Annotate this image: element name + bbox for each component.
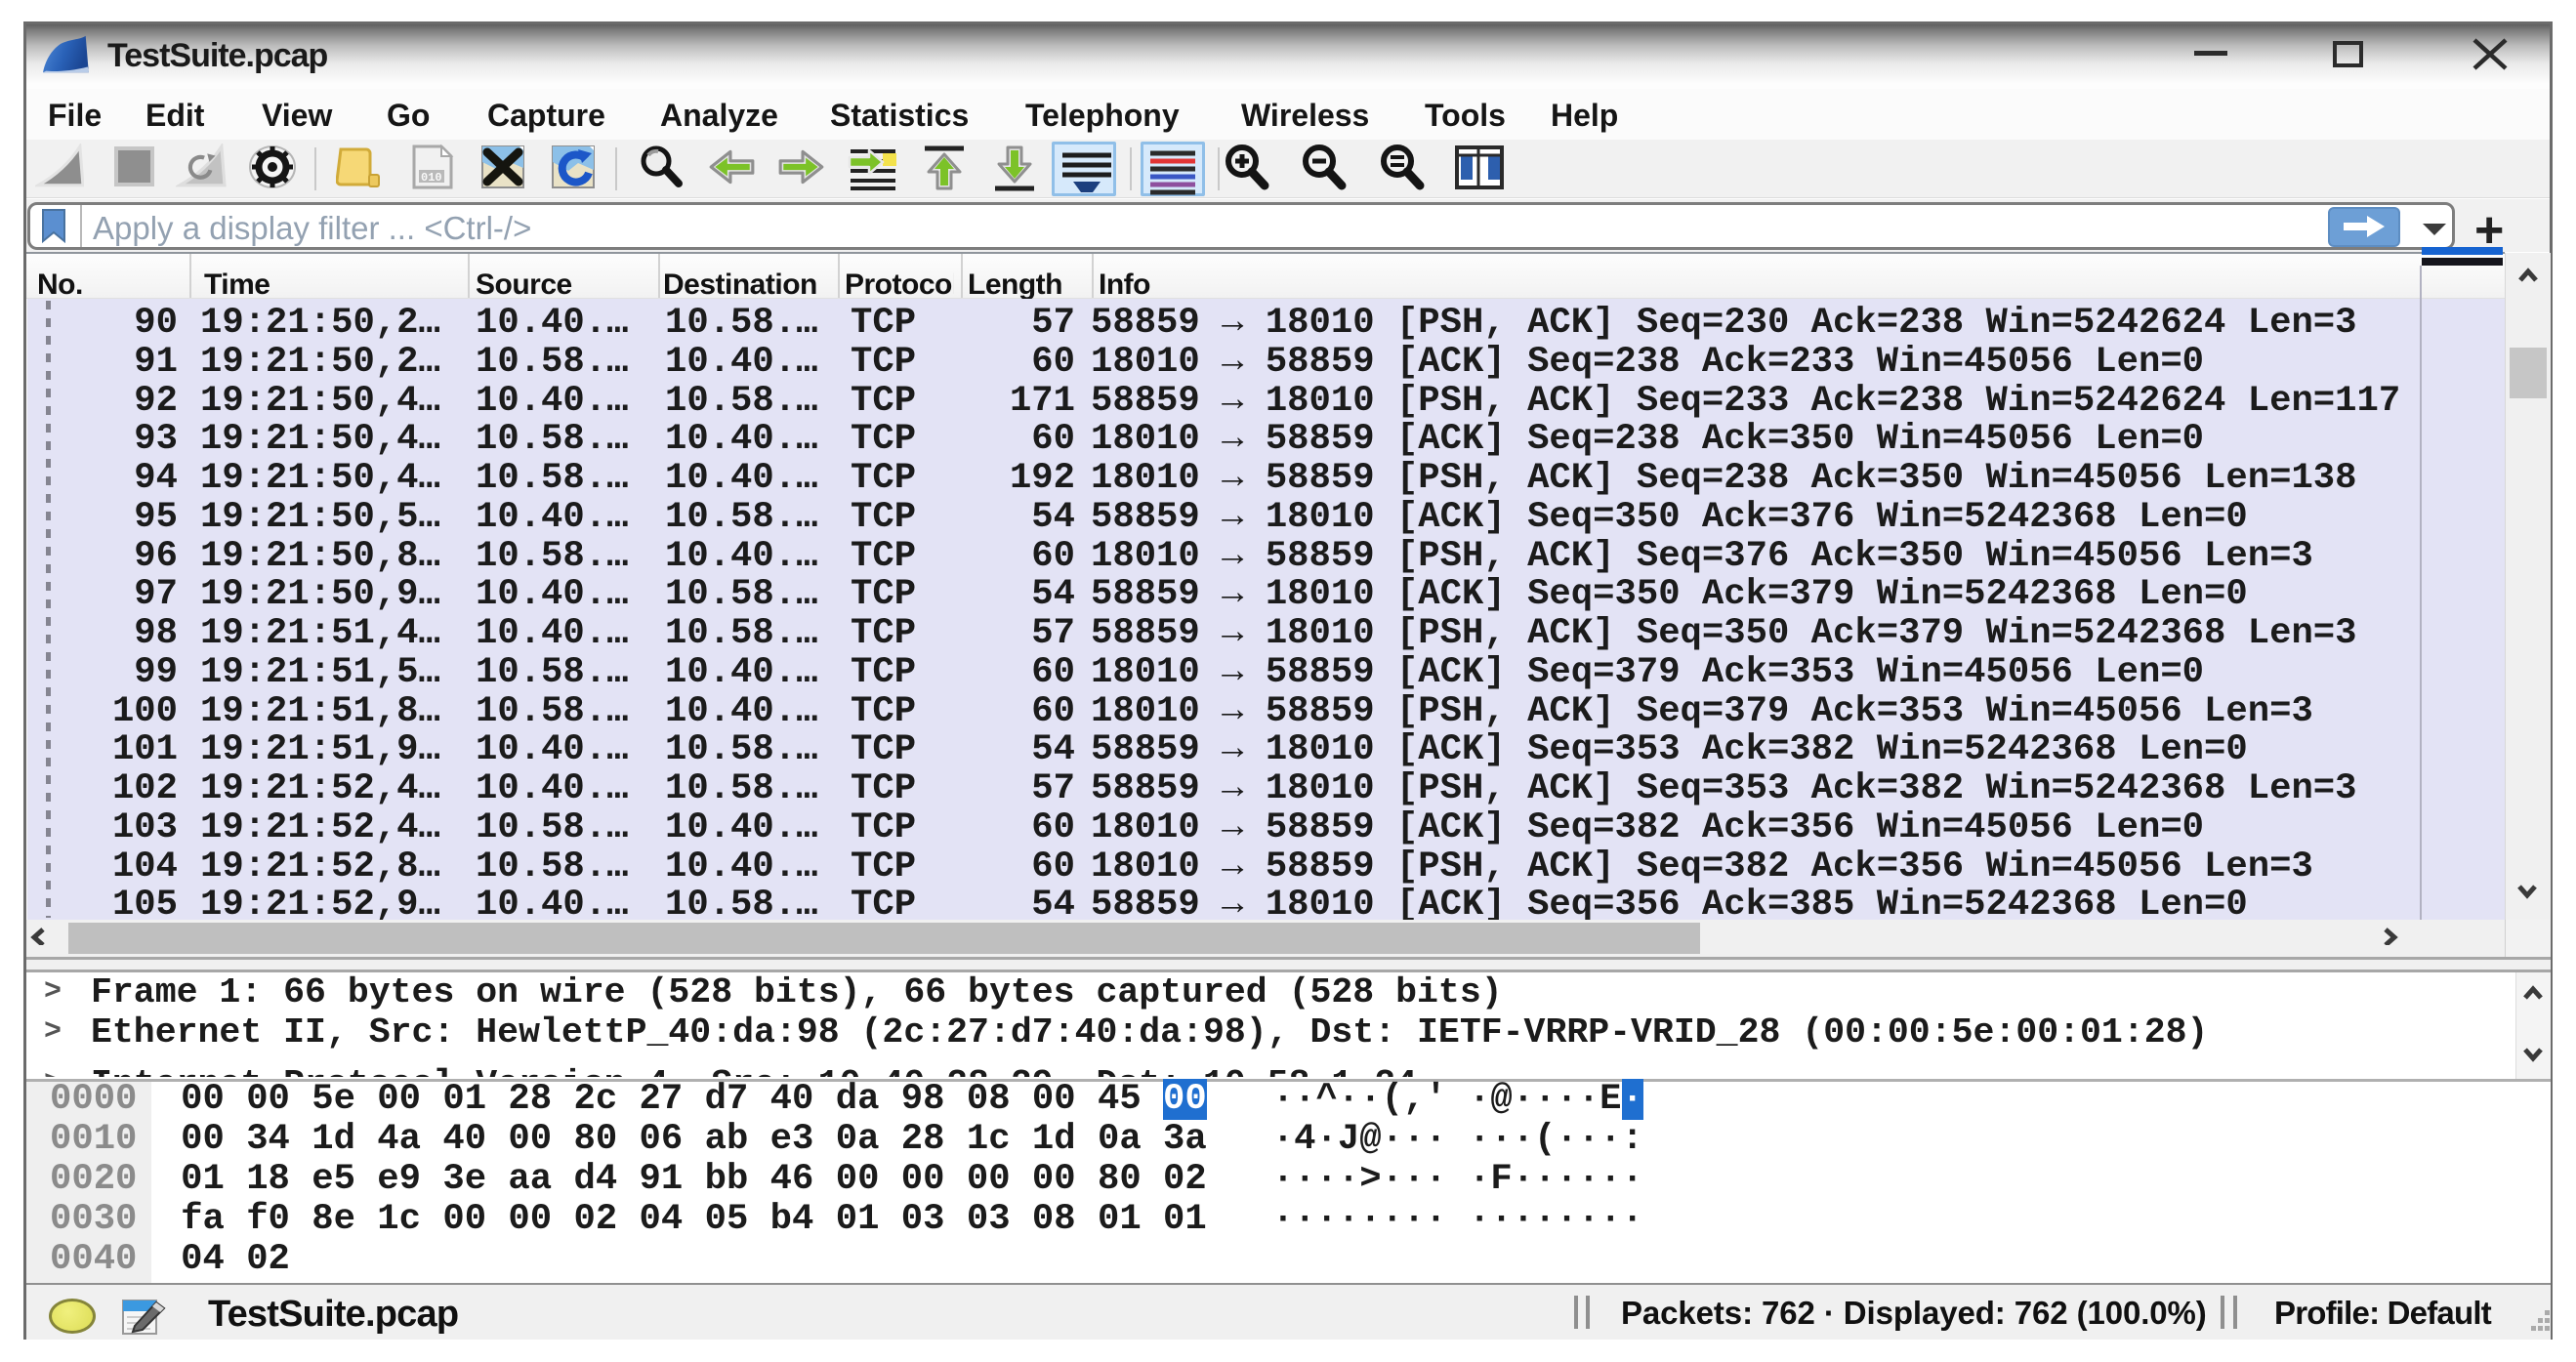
svg-text:010: 010	[421, 171, 442, 185]
